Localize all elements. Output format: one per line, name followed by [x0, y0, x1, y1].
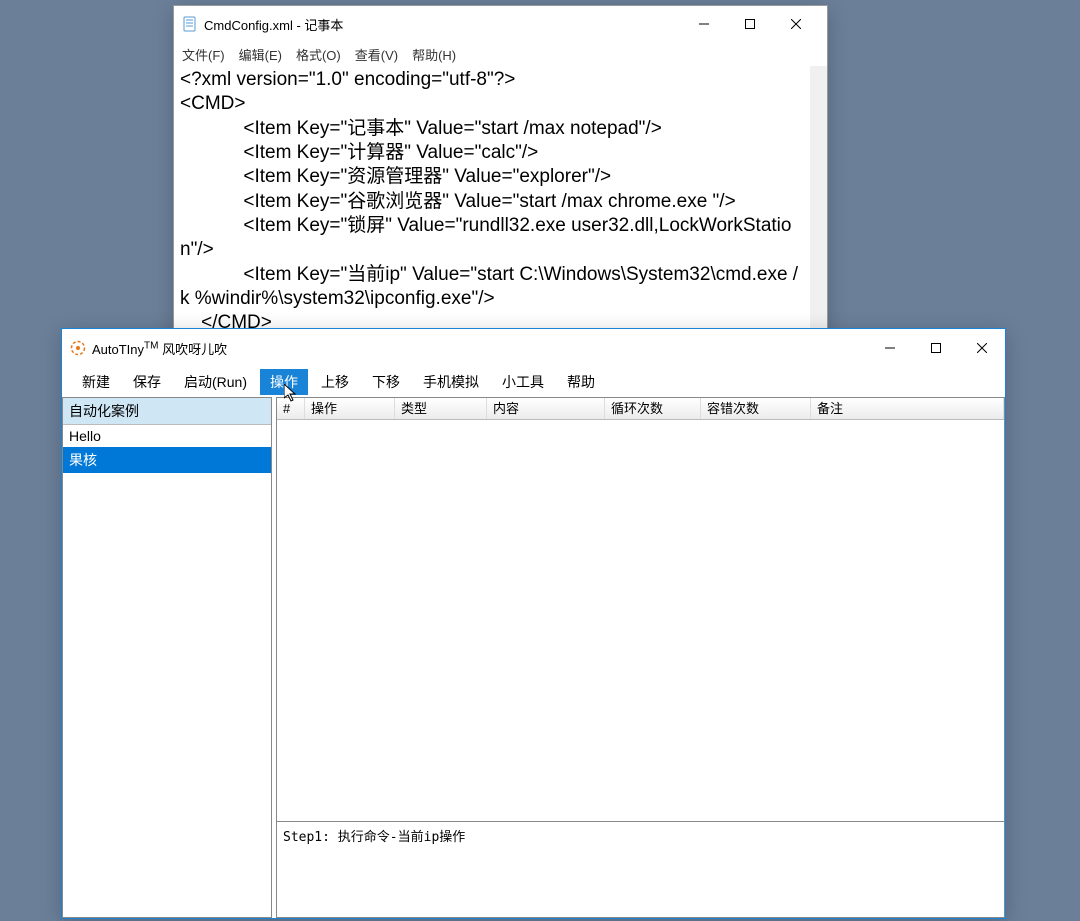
notepad-icon [182, 16, 198, 32]
toolbar-button[interactable]: 新建 [72, 369, 120, 395]
table-column-header[interactable]: # [277, 398, 305, 419]
toolbar-button[interactable]: 下移 [362, 369, 410, 395]
notepad-menu-item[interactable]: 帮助(H) [408, 45, 460, 64]
steps-table[interactable]: #操作类型内容循环次数容错次数备注 [276, 397, 1005, 822]
notepad-menu-item[interactable]: 编辑(E) [235, 45, 286, 64]
table-column-header[interactable]: 循环次数 [605, 398, 701, 419]
maximize-button[interactable] [913, 333, 959, 363]
notepad-menubar: 文件(F) 编辑(E) 格式(O) 查看(V) 帮助(H) [174, 42, 827, 66]
toolbar-button[interactable]: 小工具 [492, 369, 554, 395]
toolbar-button[interactable]: 操作 [260, 369, 308, 395]
autotiny-app-name: AutoTInyTM 风吹呀儿吹 [92, 339, 227, 358]
minimize-button[interactable] [867, 333, 913, 363]
notepad-menu-item[interactable]: 文件(F) [178, 45, 229, 64]
table-column-header[interactable]: 类型 [395, 398, 487, 419]
autotiny-sys-buttons [867, 333, 1005, 363]
toolbar-button[interactable]: 上移 [311, 369, 359, 395]
notepad-title-text: CmdConfig.xml - 记事本 [204, 15, 681, 34]
notepad-menu-item[interactable]: 查看(V) [351, 45, 402, 64]
toolbar-button[interactable]: 启动(Run) [174, 369, 257, 395]
minimize-button[interactable] [681, 9, 727, 39]
sidebar-item[interactable]: 果核 [63, 447, 271, 473]
sidebar-header: 自动化案例 [63, 398, 271, 425]
sidebar-item[interactable]: Hello [63, 425, 271, 447]
toolbar-button[interactable]: 保存 [123, 369, 171, 395]
close-button[interactable] [773, 9, 819, 39]
autotiny-toolbar: 新建保存启动(Run)操作上移下移手机模拟小工具帮助 [62, 367, 1005, 397]
log-panel[interactable]: Step1: 执行命令-当前ip操作 [276, 822, 1005, 918]
notepad-titlebar[interactable]: CmdConfig.xml - 记事本 [174, 6, 827, 42]
notepad-menu-item[interactable]: 格式(O) [292, 45, 345, 64]
autotiny-sidebar: 自动化案例 Hello果核 [62, 397, 272, 918]
autotiny-main: #操作类型内容循环次数容错次数备注 Step1: 执行命令-当前ip操作 [276, 397, 1005, 918]
toolbar-button[interactable]: 帮助 [557, 369, 605, 395]
autotiny-window: AutoTInyTM 风吹呀儿吹 新建保存启动(Run)操作上移下移手机模拟小工… [61, 328, 1006, 919]
close-button[interactable] [959, 333, 1005, 363]
autotiny-titlebar[interactable]: AutoTInyTM 风吹呀儿吹 [62, 329, 1005, 367]
toolbar-button[interactable]: 手机模拟 [413, 369, 489, 395]
notepad-sys-buttons [681, 9, 819, 39]
maximize-button[interactable] [727, 9, 773, 39]
table-column-header[interactable]: 容错次数 [701, 398, 811, 419]
table-column-header[interactable]: 操作 [305, 398, 395, 419]
table-column-header[interactable]: 内容 [487, 398, 605, 419]
autotiny-logo-icon [70, 340, 86, 356]
autotiny-content: 自动化案例 Hello果核 #操作类型内容循环次数容错次数备注 Step1: 执… [62, 397, 1005, 918]
steps-table-header: #操作类型内容循环次数容错次数备注 [277, 398, 1004, 420]
table-column-header[interactable]: 备注 [811, 398, 1004, 419]
